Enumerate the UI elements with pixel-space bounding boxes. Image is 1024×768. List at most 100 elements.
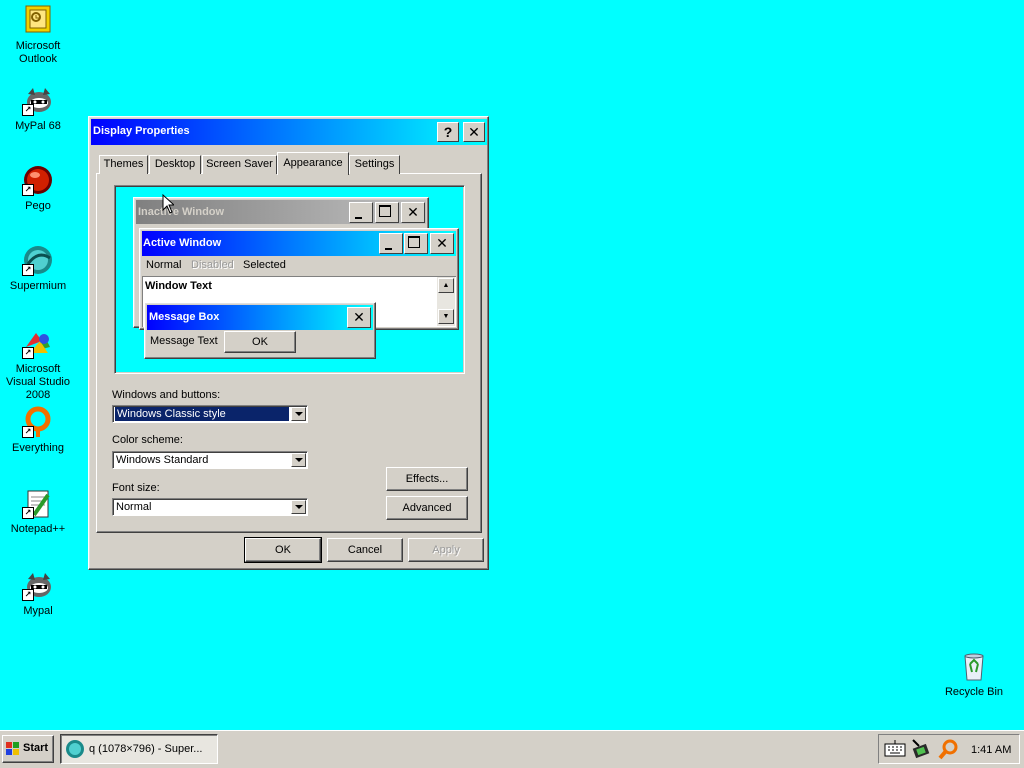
tab-appearance[interactable]: Appearance	[277, 152, 349, 175]
preview-menu-bar: Normal Disabled Selected	[142, 258, 456, 274]
color-scheme-value: Windows Standard	[116, 454, 209, 466]
maximize-icon	[404, 233, 428, 254]
button-label: Apply	[432, 544, 460, 556]
outlook-icon	[22, 4, 54, 36]
chevron-down-icon[interactable]	[291, 500, 306, 514]
start-button[interactable]: Start	[2, 735, 54, 763]
effects-button[interactable]: Effects...	[386, 467, 468, 491]
button-label: OK	[252, 336, 268, 348]
shortcut-arrow-icon: ↗	[22, 104, 34, 116]
desktop-icon-label: MyPal 68	[15, 120, 61, 132]
tab-label: Desktop	[154, 158, 196, 170]
mouse-pointer-icon	[162, 194, 174, 214]
dialog-title-bar[interactable]: Display Properties ? ✕	[91, 119, 487, 145]
desktop-icon-supermium[interactable]: ↗ Supermium	[0, 244, 76, 293]
desktop-icon-recycle-bin[interactable]: Recycle Bin	[936, 650, 1012, 699]
tab-screen-saver[interactable]: Screen Saver	[202, 155, 277, 174]
minimize-icon	[379, 233, 403, 254]
chevron-down-icon[interactable]	[291, 453, 306, 467]
pego-icon: ↗	[22, 164, 54, 196]
preview-scrollbar: ▲ ▼	[437, 277, 455, 326]
desktop-icon-outlook[interactable]: Microsoft Outlook	[0, 4, 76, 66]
help-button[interactable]: ?	[437, 122, 459, 142]
cancel-button[interactable]: Cancel	[327, 538, 403, 562]
mypal-icon: ↗	[22, 84, 54, 116]
start-label: Start	[23, 742, 49, 754]
maximize-icon	[375, 202, 399, 223]
shortcut-arrow-icon: ↗	[22, 507, 34, 519]
preview-msgbox-title-bar: Message Box ✕	[147, 305, 373, 330]
desktop-icon-label: Recycle Bin	[944, 686, 1004, 698]
network-icon[interactable]	[911, 738, 935, 763]
close-icon: ✕	[430, 233, 454, 254]
tab-label: Settings	[354, 158, 395, 170]
color-scheme-label: Color scheme:	[112, 434, 183, 446]
font-size-select[interactable]: Normal	[112, 498, 308, 516]
desktop-icon-pego[interactable]: ↗ Pego	[0, 164, 76, 213]
shortcut-arrow-icon: ↗	[22, 426, 34, 438]
shortcut-arrow-icon: ↗	[22, 184, 34, 196]
scroll-down-icon: ▼	[438, 309, 454, 324]
tab-label: Appearance	[283, 157, 343, 169]
desktop-icon-label: Microsoft Outlook	[15, 40, 61, 65]
keyboard-icon[interactable]	[884, 740, 906, 761]
shortcut-arrow-icon: ↗	[22, 589, 34, 601]
preview-inactive-title: Inactive Window	[138, 206, 225, 218]
advanced-button[interactable]: Advanced	[386, 496, 468, 520]
system-tray: 1:41 AM	[878, 734, 1020, 764]
notepadpp-icon: ↗	[22, 487, 54, 519]
taskbar-button-label: q (1078×796) - Super...	[89, 743, 203, 755]
desktop-icon-label: Supermium	[9, 280, 67, 292]
close-icon: ✕	[401, 202, 425, 223]
tab-themes[interactable]: Themes	[99, 155, 148, 174]
desktop-icon-label: Mypal	[23, 605, 53, 617]
tab-desktop[interactable]: Desktop	[149, 155, 201, 174]
preview-msgbox-text: Message Text	[150, 335, 218, 347]
desktop-icon-label: Pego	[25, 200, 51, 212]
recycle-bin-icon	[958, 650, 990, 682]
button-label: OK	[275, 544, 291, 556]
menu-normal: Normal	[146, 259, 182, 271]
taskbar-button-supermium[interactable]: q (1078×796) - Super...	[60, 734, 218, 764]
mypal-icon: ↗	[22, 569, 54, 601]
windows-buttons-value: Windows Classic style	[115, 407, 289, 421]
color-scheme-select[interactable]: Windows Standard	[112, 451, 308, 469]
everything-icon: ↗	[22, 406, 54, 438]
tab-label: Themes	[103, 158, 144, 170]
desktop-icon-label: Microsoft Visual Studio 2008	[5, 363, 70, 401]
shortcut-arrow-icon: ↗	[22, 264, 34, 276]
font-size-label: Font size:	[112, 482, 160, 494]
desktop-icon-mypal[interactable]: ↗ Mypal	[0, 569, 76, 618]
button-label: Advanced	[402, 502, 452, 514]
preview-msgbox-title: Message Box	[149, 311, 220, 323]
desktop-icon-mypal-68[interactable]: ↗ MyPal 68	[0, 84, 76, 133]
scroll-up-icon: ▲	[438, 278, 454, 293]
search-icon[interactable]	[937, 738, 961, 763]
minimize-icon	[349, 202, 373, 223]
desktop-icon-notepadpp[interactable]: ↗ Notepad++	[0, 487, 76, 536]
desktop-icon-visual-studio[interactable]: ↗ Microsoft Visual Studio 2008	[0, 327, 76, 402]
windows-buttons-label: Windows and buttons:	[112, 389, 221, 401]
visual-studio-icon: ↗	[22, 327, 54, 359]
preview-window-text: Window Text	[145, 280, 212, 292]
apply-button[interactable]: Apply	[408, 538, 484, 562]
desktop-icon-everything[interactable]: ↗ Everything	[0, 406, 76, 455]
button-label: Effects...	[405, 473, 449, 485]
tab-settings[interactable]: Settings	[349, 155, 400, 174]
preview-active-title-bar: Active Window ✕	[142, 231, 456, 256]
dialog-title: Display Properties	[93, 125, 190, 137]
preview-active-title: Active Window	[143, 237, 222, 249]
windows-buttons-select[interactable]: Windows Classic style	[112, 405, 308, 423]
menu-disabled: Disabled	[191, 259, 234, 271]
supermium-icon: ↗	[22, 244, 54, 276]
close-icon: ✕	[347, 307, 371, 328]
chevron-down-icon[interactable]	[291, 407, 306, 421]
menu-selected: Selected	[243, 259, 286, 271]
close-button[interactable]: ✕	[463, 122, 485, 142]
clock[interactable]: 1:41 AM	[971, 744, 1011, 756]
button-label: Cancel	[347, 544, 383, 556]
tab-label: Screen Saver	[206, 158, 273, 170]
desktop-icon-label: Everything	[12, 442, 64, 454]
help-icon: ?	[443, 124, 453, 140]
ok-button[interactable]: OK	[244, 537, 322, 563]
